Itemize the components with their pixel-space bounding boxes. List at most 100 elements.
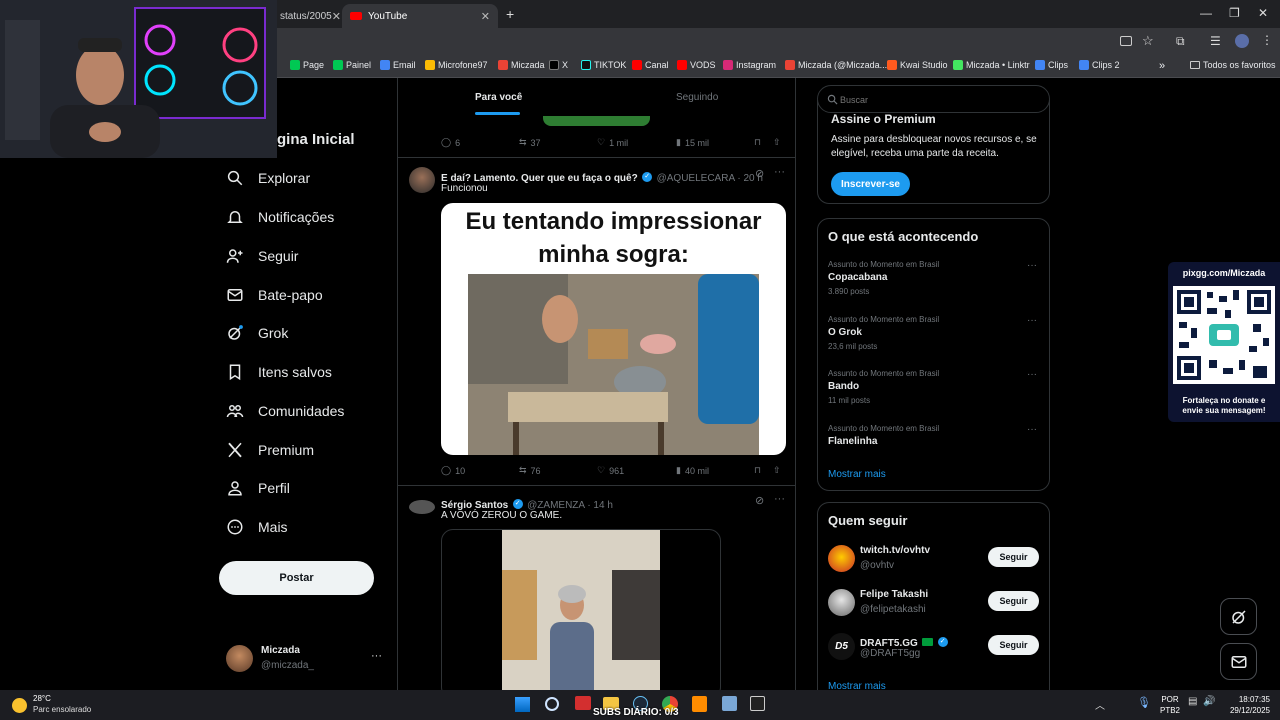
clock[interactable]: 18:07:35 29/12/2025 bbox=[1226, 694, 1270, 716]
bookmark-page[interactable]: Page bbox=[290, 60, 324, 70]
like-button[interactable]: ♡ 1 mil bbox=[597, 137, 628, 148]
repost-button[interactable]: ⇆ 76 bbox=[519, 465, 541, 476]
nav-seguir[interactable]: Seguir bbox=[226, 243, 298, 269]
nav-explorar[interactable]: Explorar bbox=[226, 165, 310, 191]
views-button[interactable]: ▮ 40 mil bbox=[676, 465, 709, 476]
subscribe-button[interactable]: Inscrever-se bbox=[831, 172, 910, 196]
minimize-icon[interactable]: — bbox=[1200, 6, 1212, 20]
restore-icon[interactable]: ❐ bbox=[1229, 6, 1240, 20]
bookmark-canal[interactable]: Canal bbox=[632, 60, 669, 70]
trend-item[interactable]: Assunto do Momento em Brasil O Grok 23,6… bbox=[828, 315, 1042, 355]
bookmark-painel[interactable]: Painel bbox=[333, 60, 371, 70]
close-icon[interactable]: ✕ bbox=[332, 10, 341, 23]
star-icon[interactable]: ☆ bbox=[1142, 33, 1154, 49]
nav-mais[interactable]: Mais bbox=[226, 514, 288, 540]
views-button[interactable]: ▮ 15 mil bbox=[676, 137, 709, 148]
share-button[interactable]: ⇧ bbox=[773, 137, 781, 148]
follow-item[interactable]: D5 DRAFT5.GG ✓ @DRAFT5gg Seguir bbox=[828, 631, 1042, 665]
nav-notificacoes[interactable]: Notificações bbox=[226, 204, 334, 230]
show-more-link[interactable]: Mostrar mais bbox=[828, 469, 886, 480]
bookmark-post-button[interactable]: ⊓ bbox=[754, 465, 761, 476]
tab-para-voce[interactable]: Para você bbox=[398, 78, 598, 116]
nav-home-label[interactable]: gina Inicial bbox=[277, 131, 355, 148]
trend-item[interactable]: Assunto do Momento em Brasil Copacabana … bbox=[828, 260, 1042, 300]
start-icon[interactable] bbox=[515, 697, 530, 712]
volume-icon[interactable]: 🔊 bbox=[1203, 696, 1215, 707]
post-media[interactable] bbox=[441, 529, 721, 690]
nav-bate-papo[interactable]: Bate-papo bbox=[226, 282, 323, 308]
input-language[interactable]: POR PTB2 bbox=[1160, 694, 1180, 716]
bookmark-kwai[interactable]: Kwai Studio bbox=[887, 60, 948, 70]
tray-chevron-icon[interactable]: ︿ bbox=[1095, 697, 1105, 712]
follow-item[interactable]: Felipe Takashi @felipetakashi Seguir bbox=[828, 587, 1042, 621]
repost-button[interactable]: ⇆ 37 bbox=[519, 137, 541, 148]
profile-avatar[interactable] bbox=[1235, 34, 1249, 48]
extensions-icon[interactable]: ⧉ bbox=[1176, 34, 1185, 49]
all-favorites[interactable]: Todos os favoritos bbox=[1190, 60, 1276, 70]
bookmark-x[interactable]: X bbox=[549, 60, 568, 70]
account-more-icon[interactable]: ··· bbox=[371, 650, 382, 662]
more-icon[interactable]: ··· bbox=[774, 493, 785, 505]
grok-float-button[interactable] bbox=[1220, 598, 1257, 635]
app-icon-tools[interactable] bbox=[722, 696, 737, 711]
messages-float-button[interactable] bbox=[1220, 643, 1257, 680]
mic-icon[interactable]: 🎙 bbox=[1137, 696, 1151, 709]
nav-grok[interactable]: Grok bbox=[226, 320, 288, 346]
more-icon[interactable]: ··· bbox=[774, 166, 785, 178]
bookmark-microfone[interactable]: Microfone97 bbox=[425, 60, 488, 70]
nav-perfil[interactable]: Perfil bbox=[226, 475, 290, 501]
network-icon[interactable]: ▤ bbox=[1188, 696, 1197, 707]
follow-item[interactable]: twitch.tv/ovhtv @ovhtv Seguir bbox=[828, 543, 1042, 577]
bookmark-miczada-at[interactable]: Miczada (@Miczada... bbox=[785, 60, 887, 70]
tab-youtube[interactable]: YouTube ✕ bbox=[342, 4, 498, 28]
trend-item[interactable]: Assunto do Momento em Brasil Bando 11 mi… bbox=[828, 369, 1042, 409]
nav-comunidades[interactable]: Comunidades bbox=[226, 398, 344, 424]
app-icon-orange[interactable] bbox=[692, 696, 707, 712]
post[interactable]: Sérgio Santos ✓ @ZAMENZA · 14 h ⊘ ··· A … bbox=[398, 486, 795, 690]
more-bookmarks-button[interactable]: » bbox=[1159, 60, 1165, 72]
bookmark-clips2[interactable]: Clips 2 bbox=[1079, 60, 1120, 70]
bookmark-vods[interactable]: VODS bbox=[677, 60, 716, 70]
more-icon[interactable]: ··· bbox=[1027, 260, 1037, 271]
nav-premium[interactable]: Premium bbox=[226, 437, 314, 463]
nav-itens-salvos[interactable]: Itens salvos bbox=[226, 359, 332, 385]
bookmark-linktree[interactable]: Miczada • Linktr bbox=[953, 60, 1030, 70]
more-icon[interactable]: ··· bbox=[1027, 315, 1037, 326]
new-tab-button[interactable]: + bbox=[506, 6, 514, 22]
follow-button[interactable]: Seguir bbox=[988, 547, 1039, 567]
search-taskbar-icon[interactable] bbox=[545, 697, 559, 711]
bookmark-email[interactable]: Email bbox=[380, 60, 416, 70]
bookmark-tiktok[interactable]: TIKTOK bbox=[581, 60, 626, 70]
app-icon-red[interactable] bbox=[575, 696, 591, 710]
grok-icon[interactable]: ⊘ bbox=[755, 494, 764, 507]
follow-button[interactable]: Seguir bbox=[988, 635, 1039, 655]
bookmark-instagram[interactable]: Instagram bbox=[723, 60, 776, 70]
author-handle[interactable]: @AQUELECARA · 20 h bbox=[657, 173, 763, 184]
follow-button[interactable]: Seguir bbox=[988, 591, 1039, 611]
bookmark-clips[interactable]: Clips bbox=[1035, 60, 1068, 70]
tab-search-icon[interactable]: ☰ bbox=[1210, 34, 1221, 48]
post-button[interactable]: Postar bbox=[219, 561, 374, 595]
menu-icon[interactable]: ⋮ bbox=[1261, 33, 1273, 47]
reply-button[interactable]: ◯ 10 bbox=[441, 465, 465, 476]
post[interactable]: E daí? Lamento. Quer que eu faça o quê? … bbox=[398, 158, 795, 485]
app-icon-dark[interactable] bbox=[750, 696, 765, 711]
grok-icon[interactable]: ⊘ bbox=[755, 167, 764, 180]
install-app-icon[interactable] bbox=[1120, 36, 1132, 46]
weather-widget[interactable]: 28°C Parc ensolarado bbox=[12, 694, 122, 718]
tab-seguindo[interactable]: Seguindo bbox=[598, 78, 795, 116]
tab-status[interactable]: status/2005 ✕ bbox=[272, 4, 341, 28]
share-button[interactable]: ⇧ bbox=[773, 465, 781, 476]
follow-show-more-link[interactable]: Mostrar mais bbox=[828, 681, 886, 690]
account-switcher[interactable]: Miczada @miczada_ ··· bbox=[226, 643, 386, 675]
close-icon[interactable]: ✕ bbox=[481, 10, 490, 23]
more-icon[interactable]: ··· bbox=[1027, 369, 1037, 380]
bookmark-miczada[interactable]: Miczada bbox=[498, 60, 545, 70]
more-icon[interactable]: ··· bbox=[1027, 424, 1037, 435]
post-media[interactable]: Eu tentando impressionar minha sogra: bbox=[441, 203, 786, 455]
trend-item[interactable]: Assunto do Momento em Brasil Flanelinha … bbox=[828, 424, 1042, 452]
like-button[interactable]: ♡ 961 bbox=[597, 465, 624, 476]
bookmark-post-button[interactable]: ⊓ bbox=[754, 137, 761, 148]
reply-button[interactable]: ◯ 6 bbox=[441, 137, 460, 148]
close-window-icon[interactable]: ✕ bbox=[1258, 6, 1268, 20]
